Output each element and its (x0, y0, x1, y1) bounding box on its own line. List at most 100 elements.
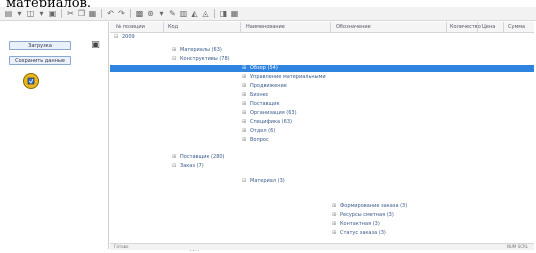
tree-row[interactable]: ⊞ Обзор (54) (110, 65, 534, 72)
expand-icon[interactable]: ⊞ (242, 93, 247, 98)
find-icon[interactable]: ⊛ (146, 9, 155, 18)
properties-icon[interactable]: ▩ (135, 9, 144, 18)
copy-icon[interactable]: ❐ (77, 9, 86, 18)
redo-icon[interactable]: ↷ (117, 9, 126, 18)
toolbar-divider (101, 9, 102, 18)
expand-icon[interactable]: ⊞ (332, 222, 337, 227)
expand-icon[interactable]: ⊞ (242, 120, 247, 125)
tree-row-label: Заказ (7) (180, 163, 204, 169)
expand-icon[interactable]: ⊞ (242, 129, 247, 134)
tree-row-label: Материал (3) (250, 178, 285, 184)
column-header-code[interactable]: Код (166, 22, 178, 32)
collapse-icon[interactable]: ⊟ (114, 35, 119, 40)
tree-row-label: 2009 (122, 34, 135, 40)
column-divider (503, 22, 504, 32)
tree-row-label: Бизнес (250, 92, 269, 98)
expand-icon[interactable]: ⊞ (242, 102, 247, 107)
tree-row[interactable]: ⊞ Материалы (63) (110, 47, 534, 54)
collapse-icon[interactable]: ⊟ (172, 164, 177, 169)
toolbar-divider (61, 9, 62, 18)
status-indicators: NUM SCRL (507, 244, 528, 249)
tree-row-label: Вопрос (250, 137, 269, 143)
tree-row[interactable]: ⊞ Специфика (63) (110, 119, 534, 126)
column-divider (163, 22, 164, 32)
column-header-name[interactable]: Наименование (244, 22, 285, 32)
tree-row[interactable]: ⊞ Управление материальными (110, 74, 534, 81)
tree-row-label: Статус заказа (3) (340, 230, 386, 236)
save-icon[interactable]: ▣ (48, 9, 57, 18)
tree-row[interactable]: ⊟ 2009 (110, 34, 534, 41)
tree-row-label: Контактная (3) (340, 221, 380, 227)
tree-row-label: Обзор (54) (250, 65, 278, 71)
grid-header: № позиции Код Наименование Обозначение К… (110, 22, 534, 33)
module-icon[interactable] (23, 73, 39, 89)
tree-row[interactable]: ⊞ Вопрос (110, 137, 534, 144)
column-header-sum[interactable]: Сумма (506, 22, 525, 32)
column-divider (240, 22, 241, 32)
filter-icon[interactable]: ◬ (201, 9, 210, 18)
collapse-icon[interactable]: ⊟ (242, 179, 247, 184)
tree-row-label: Поставщик (280) (180, 154, 225, 160)
report-icon[interactable]: ◭ (190, 9, 199, 18)
expand-icon[interactable]: ⊞ (332, 231, 337, 236)
tools-icon[interactable]: ✎ (168, 9, 177, 18)
column-header-position[interactable]: № позиции (114, 22, 145, 32)
tree-row[interactable]: ⊞ Статус заказа (3) (110, 230, 534, 237)
tree-row[interactable]: ⊞ Контактная (3) (110, 221, 534, 228)
chart-icon[interactable]: ▥ (179, 9, 188, 18)
tree-row-label: Отдел (6) (250, 128, 276, 134)
tree-row[interactable]: ⊟ Материал (3) (110, 178, 534, 185)
dropdown-icon[interactable]: ▾ (157, 9, 166, 18)
tree-row-label: Ресурсы сметная (3) (340, 212, 394, 218)
tree-row-label: Организация (63) (250, 110, 297, 116)
document-caption: материалов. (0, 0, 536, 7)
tree-row-label: Материалы (63) (180, 47, 222, 53)
tree-row[interactable]: ⊞ Бизнес (110, 92, 534, 99)
module-glyph-icon (27, 77, 35, 85)
grid-icon[interactable]: ▦ (230, 9, 239, 18)
cut-icon[interactable]: ✂ (66, 9, 75, 18)
undo-icon[interactable]: ↶ (106, 9, 115, 18)
settings-icon[interactable]: ▣ (91, 41, 100, 50)
tree-row[interactable]: ⊟ Заказ (7) (110, 163, 534, 170)
expand-icon[interactable]: ⊞ (242, 138, 247, 143)
expand-icon[interactable]: ⊞ (332, 213, 337, 218)
tree-row[interactable]: ⊞ Поставщик (110, 101, 534, 108)
open-icon[interactable]: ◫ (26, 9, 35, 18)
tree-row-label: Формирование заказа (3) (340, 203, 408, 209)
tree-row-label: Поставщик (250, 101, 280, 107)
tree-row-label: Управление материальными (250, 74, 326, 80)
tree-row[interactable]: ⊞ Поставщик (280) (110, 154, 534, 161)
expand-icon[interactable]: ⊞ (172, 155, 177, 160)
tree-row[interactable]: ⊞ Отдел (6) (110, 128, 534, 135)
tree-grid: № позиции Код Наименование Обозначение К… (110, 22, 534, 252)
column-header-designation[interactable]: Обозначение (334, 22, 371, 32)
dropdown-icon[interactable]: ▾ (37, 9, 46, 18)
toolbar-divider (130, 9, 131, 18)
tree-row-label: Продвижение (250, 83, 287, 89)
tree-row[interactable]: ⊞ Продвижение (110, 83, 534, 90)
expand-icon[interactable]: ⊞ (242, 84, 247, 89)
expand-icon[interactable]: ⊞ (172, 48, 177, 53)
dropdown-icon[interactable]: ▾ (15, 9, 24, 18)
tree-row[interactable]: ⊞ Формирование заказа (3) (110, 203, 534, 210)
column-divider (446, 22, 447, 32)
tree-row[interactable]: ⊞ Организация (63) (110, 110, 534, 117)
new-icon[interactable]: ▤ (4, 9, 13, 18)
expand-icon[interactable]: ⊞ (242, 66, 247, 71)
column-divider (477, 22, 478, 32)
expand-icon[interactable]: ⊞ (242, 75, 247, 80)
collapse-icon[interactable]: ⊟ (172, 57, 177, 62)
expand-icon[interactable]: ⊞ (242, 111, 247, 116)
tree-row[interactable]: ⊟ Конструктивы (78) (110, 56, 534, 63)
column-header-quantity[interactable]: Количество (448, 22, 481, 32)
column-header-price[interactable]: Цена (480, 22, 495, 32)
load-button[interactable]: Загрузка (9, 41, 71, 50)
help-icon[interactable]: ◨ (219, 9, 228, 18)
expand-icon[interactable]: ⊞ (332, 204, 337, 209)
tree-row-label: Конструктивы (78) (180, 56, 230, 62)
tree-row[interactable]: ⊞ Ресурсы сметная (3) (110, 212, 534, 219)
paste-icon[interactable]: ▦ (88, 9, 97, 18)
save-data-button[interactable]: Сохранить данные (9, 56, 71, 65)
toolbar: ▤ ▾ ◫ ▾ ▣ ✂ ❐ ▦ ↶ ↷ ▩ ⊛ ▾ ✎ ▥ ◭ ◬ ◨ ▦ (0, 7, 536, 21)
